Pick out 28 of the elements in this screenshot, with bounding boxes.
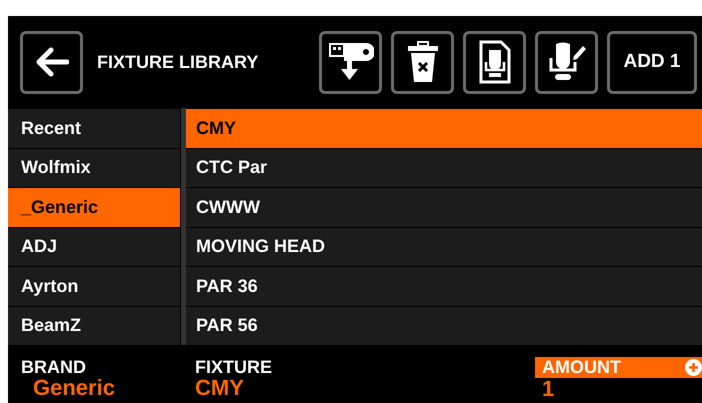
amount-value: 1 [541, 378, 556, 400]
back-arrow-icon [34, 47, 68, 77]
brand-item[interactable]: Recent [8, 109, 180, 148]
brand-item[interactable]: Ayrton [8, 267, 180, 306]
plus-circle-icon [685, 359, 702, 376]
brand-item[interactable]: ADJ [8, 228, 180, 266]
fixture-label: FIXTURE [195, 357, 274, 377]
screen-title: FIXTURE LIBRARY [97, 52, 258, 72]
fixture-item[interactable]: PAR 36 [186, 267, 702, 306]
fixture-item[interactable]: CTC Par [186, 148, 702, 187]
edit-fixture-button[interactable] [535, 30, 598, 94]
fixture-item[interactable]: MOVING HEAD [186, 228, 702, 266]
brand-item[interactable]: Wolfmix [8, 148, 180, 187]
add-button[interactable]: ADD 1 [607, 30, 697, 94]
fixture-item[interactable]: CMY [186, 109, 702, 148]
brand-item[interactable]: _Generic [8, 188, 180, 226]
fixture-item[interactable]: PAR 56 [186, 306, 702, 345]
fixture-file-button[interactable] [463, 30, 526, 94]
fixture-item[interactable]: CWWW [186, 188, 702, 226]
fixture-document-icon [478, 40, 510, 84]
brand-label: BRAND [21, 357, 87, 377]
delete-button[interactable] [391, 30, 454, 94]
back-button[interactable] [20, 30, 83, 94]
import-button[interactable] [319, 30, 382, 94]
fixture-value: CMY [195, 377, 245, 399]
trash-icon [406, 40, 440, 84]
brand-item[interactable]: BeamZ [8, 306, 180, 345]
brand-value: Generic [32, 377, 116, 399]
